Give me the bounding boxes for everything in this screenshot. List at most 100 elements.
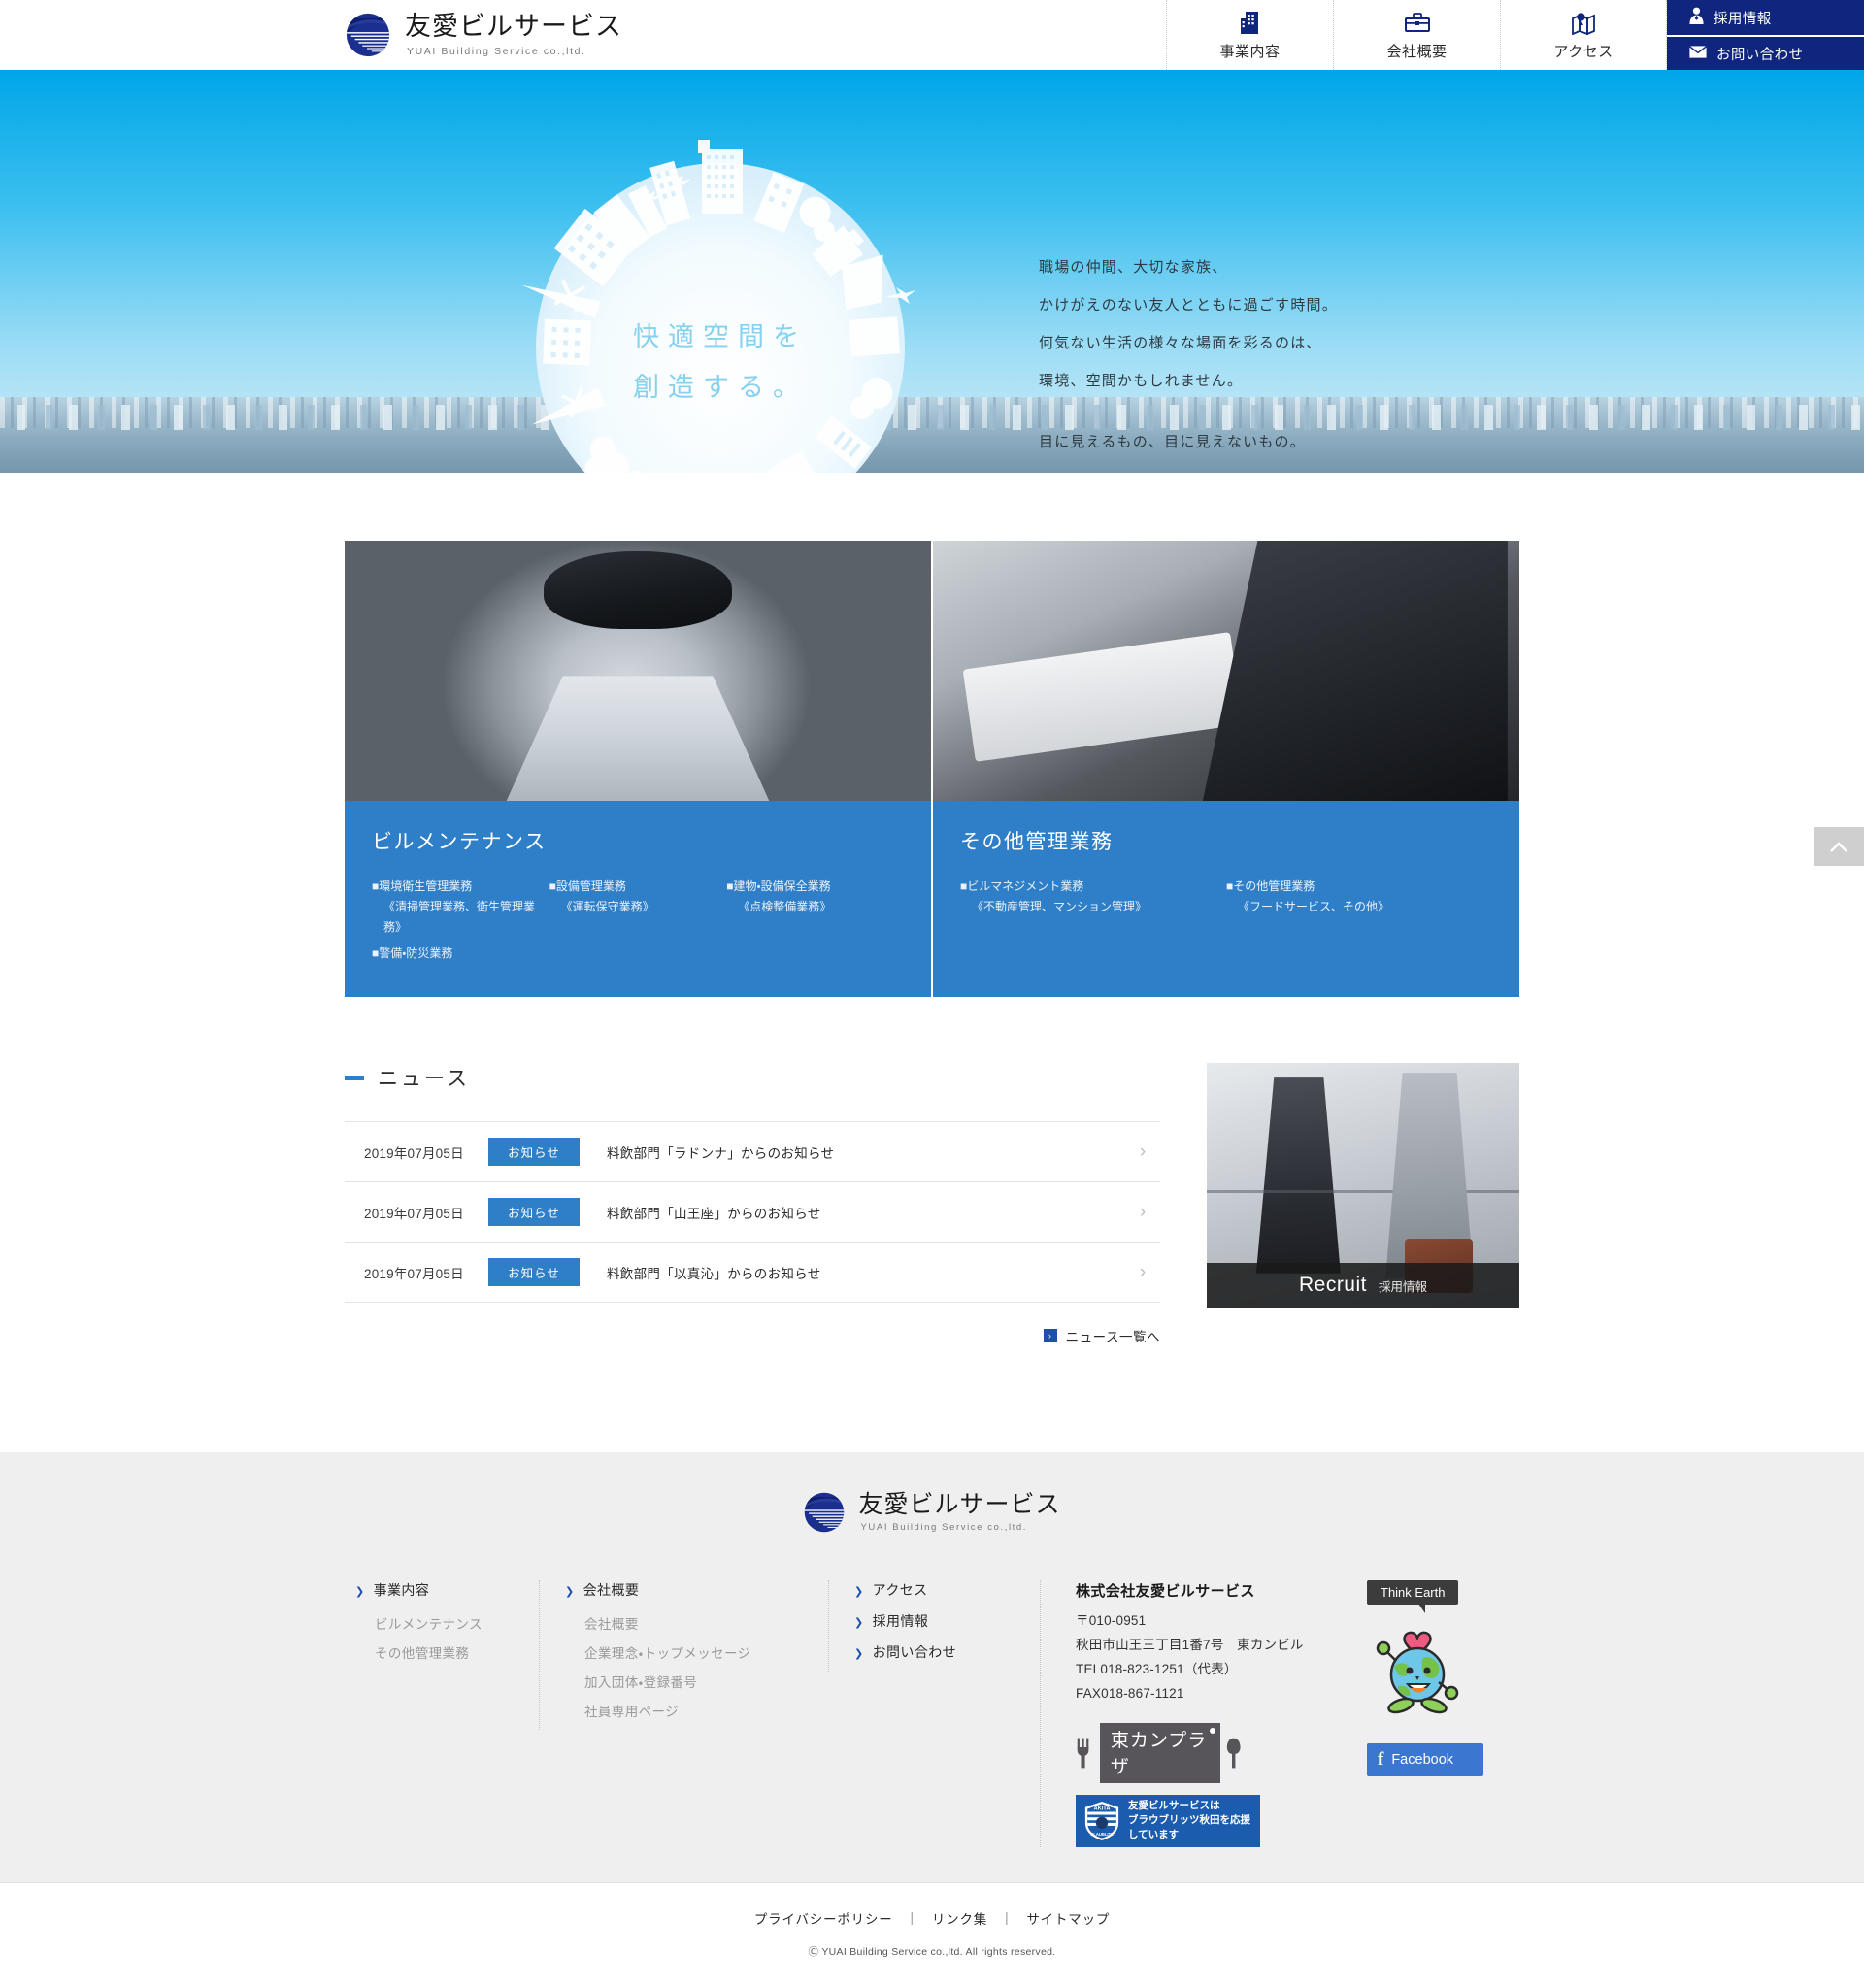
chevron-right-icon: ❯ — [565, 1586, 575, 1598]
service-item: ■環境衛生管理業務 《清掃管理業務、衛生管理業務》 — [372, 877, 549, 938]
news-tag: お知らせ — [488, 1258, 580, 1286]
main-content: ニュース 2019年07月05日 お知らせ 料飲部門「ラドンナ」からのお知らせ … — [345, 1063, 1519, 1452]
service-item-sub: 《不動産管理、マンション管理》 — [972, 900, 1148, 913]
hero-copy-block: 職場の仲間、大切な家族、 かけがえのない友人とともに過ごす時間。 何気ない生活の… — [1039, 260, 1383, 473]
nav-item-company[interactable]: 会社概要 — [1333, 0, 1500, 70]
blaubitz-crest-icon: AKITA BLAUBLITZ — [1084, 1801, 1119, 1840]
hero-copy-line-4: 環境、空間かもしれません。 — [1039, 373, 1244, 389]
footer-head-company[interactable]: ❯ 会社概要 — [565, 1580, 803, 1600]
service-item: ■設備管理業務 《運転保守業務》 — [549, 877, 727, 938]
service-item-name: ■建物・設備保全業務 — [726, 879, 831, 893]
chevron-right-icon: ❯ — [854, 1648, 864, 1660]
site-logo[interactable]: 友愛ビルサービス YUAI Building Service co.,ltd. — [0, 0, 622, 70]
business-meeting-photo — [933, 541, 1519, 801]
company-address: 秋田市山王三丁目1番7号 東カンビル — [1076, 1637, 1304, 1652]
facebook-button[interactable]: f Facebook — [1367, 1743, 1483, 1776]
service-item: ■建物・設備保全業務 《点検整備業務》 — [726, 877, 904, 938]
primary-nav: 事業内容 会社概要 アクセス — [1166, 0, 1667, 70]
think-earth-mascot-icon — [1376, 1631, 1459, 1714]
nav-item-recruit-label: 採用情報 — [1714, 11, 1772, 27]
footer-link-other-management[interactable]: その他管理業務 — [375, 1642, 514, 1662]
recruit-banner[interactable]: Recruit 採用情報 — [1207, 1063, 1519, 1308]
bottom-separator: | — [910, 1910, 915, 1926]
fork-icon — [1077, 1738, 1089, 1769]
service-item-name: ■設備管理業務 — [549, 879, 626, 893]
nav-item-business-label: 事業内容 — [1219, 43, 1281, 60]
nav-item-contact[interactable]: お問い合わせ — [1667, 35, 1864, 70]
service-card-other-management[interactable]: その他管理業務 ■ビルマネジメント業務 《不動産管理、マンション管理》 ■その他… — [933, 541, 1519, 997]
service-item-sub: 《点検整備業務》 — [738, 900, 832, 913]
bottom-link-sitemap[interactable]: サイトマップ — [1026, 1908, 1110, 1928]
news-item[interactable]: 2019年07月05日 お知らせ 料飲部門「以真沁」からのお知らせ › — [345, 1242, 1160, 1303]
company-address-block: 〒010-0951 秋田市山王三丁目1番7号 東カンビル TEL018-823-… — [1076, 1609, 1320, 1706]
news-date: 2019年07月05日 — [364, 1206, 464, 1221]
hero-banner: 快適空間を 創造する。 職場の仲間、大切な家族、 かけがえのない友人とともに過ご… — [0, 70, 1864, 473]
service-card-building-maintenance[interactable]: ビルメンテナンス ■環境衛生管理業務 《清掃管理業務、衛生管理業務》 ■設備管理… — [345, 541, 931, 997]
footer-head-company-label: 会社概要 — [582, 1582, 640, 1598]
blaubitz-akita-banner[interactable]: AKITA BLAUBLITZ 友愛ビルサービスは ブラウブリッツ秋田を応援して… — [1076, 1794, 1260, 1847]
service-card-title: その他管理業務 — [960, 831, 1114, 853]
news-list: 2019年07月05日 お知らせ 料飲部門「ラドンナ」からのお知らせ › 201… — [345, 1121, 1160, 1303]
footer-head-access-label: アクセス — [872, 1582, 928, 1598]
news-date: 2019年07月05日 — [364, 1266, 464, 1281]
tokan-plaza-banner[interactable]: 東カンプラザ — [1076, 1723, 1245, 1784]
hero-globe-illustration: 快適空間を 創造する。 — [521, 140, 915, 473]
news-section: ニュース 2019年07月05日 お知らせ 料飲部門「ラドンナ」からのお知らせ … — [345, 1063, 1160, 1345]
footer-column-social: Think Earth f Facebook — [1346, 1580, 1520, 1776]
service-item-list: ■ビルマネジメント業務 《不動産管理、マンション管理》 ■その他管理業務 《フー… — [960, 877, 1492, 917]
blaubitz-line1: 友愛ビルサービスは — [1128, 1800, 1220, 1812]
service-item-name: ■ビルマネジメント業務 — [960, 879, 1084, 893]
service-item-name: ■環境衛生管理業務 — [372, 879, 473, 893]
news-text: 料飲部門「山王座」からのお知らせ — [607, 1206, 821, 1221]
section-accent-bar — [345, 1075, 364, 1080]
person-icon — [1688, 7, 1705, 28]
footer-link-company-profile[interactable]: 会社概要 — [584, 1613, 803, 1633]
news-more-link[interactable]: › ニュース一覧へ — [345, 1326, 1160, 1345]
blaubitz-line2: ブラウブリッツ秋田を応援しています — [1128, 1814, 1250, 1841]
chevron-right-icon: › — [1043, 1329, 1057, 1342]
facebook-label: Facebook — [1391, 1752, 1454, 1768]
hero-globe-line2: 創造する。 — [633, 373, 808, 402]
nav-item-business[interactable]: 事業内容 — [1166, 0, 1333, 70]
mail-icon — [1688, 44, 1708, 63]
footer-column-company-info: 株式会社友愛ビルサービス 〒010-0951 秋田市山王三丁目1番7号 東カンビ… — [1040, 1580, 1346, 1847]
bottom-link-privacy[interactable]: プライバシーポリシー — [754, 1908, 893, 1928]
footer-link-memberships[interactable]: 加入団体・登録番号 — [584, 1672, 803, 1691]
service-item-name: ■その他管理業務 — [1226, 879, 1315, 893]
bottom-separator: | — [1005, 1910, 1010, 1926]
tokan-plaza-label: 東カンプラザ — [1099, 1723, 1221, 1784]
knife-icon — [1227, 1738, 1241, 1769]
site-header: 友愛ビルサービス YUAI Building Service co.,ltd. … — [0, 0, 1864, 70]
brand-name: 友愛ビルサービス — [405, 12, 622, 42]
news-date: 2019年07月05日 — [364, 1145, 464, 1161]
footer-head-access[interactable]: ❯ アクセス — [854, 1580, 1015, 1600]
footer-head-business-label: 事業内容 — [373, 1582, 430, 1598]
news-item[interactable]: 2019年07月05日 お知らせ 料飲部門「ラドンナ」からのお知らせ › — [345, 1122, 1160, 1182]
service-item: ■ビルマネジメント業務 《不動産管理、マンション管理》 — [960, 877, 1226, 917]
footer-column-links: ❯ アクセス ❯ 採用情報 ❯ お問い合わせ — [828, 1580, 1040, 1673]
footer-link-employee-page[interactable]: 社員専用ページ — [584, 1701, 803, 1720]
footer-brand-name: 友愛ビルサービス — [858, 1490, 1061, 1518]
copyright-text: Ⓒ YUAI Building Service co.,ltd. All rig… — [808, 1945, 1056, 1958]
news-text: 料飲部門「以真沁」からのお知らせ — [607, 1266, 821, 1281]
bottom-bar: プライバシーポリシー | リンク集 | サイトマップ Ⓒ YUAI Buildi… — [0, 1881, 1864, 1988]
footer-logo[interactable]: 友愛ビルサービス YUAI Building Service co.,ltd. — [0, 1491, 1864, 1534]
utility-nav: 採用情報 お問い合わせ — [1667, 0, 1864, 70]
footer-head-contact[interactable]: ❯ お問い合わせ — [854, 1642, 1015, 1662]
nav-item-access[interactable]: アクセス — [1500, 0, 1667, 70]
footer-link-building-maintenance[interactable]: ビルメンテナンス — [375, 1613, 514, 1633]
news-text: 料飲部門「ラドンナ」からのお知らせ — [607, 1145, 835, 1161]
facebook-icon: f — [1378, 1749, 1384, 1770]
footer-link-philosophy[interactable]: 企業理念・トップメッセージ — [584, 1642, 803, 1662]
service-item-sub: 《フードサービス、その他》 — [1238, 900, 1390, 913]
news-item[interactable]: 2019年07月05日 お知らせ 料飲部門「山王座」からのお知らせ › — [345, 1182, 1160, 1242]
footer-head-business[interactable]: ❯ 事業内容 — [355, 1580, 514, 1600]
nav-item-recruit[interactable]: 採用情報 — [1667, 0, 1864, 35]
hero-cityscape-photo — [0, 397, 1864, 473]
bottom-link-links[interactable]: リンク集 — [932, 1908, 987, 1928]
service-item: ■その他管理業務 《フードサービス、その他》 — [1226, 877, 1492, 917]
service-item-sub: 《清掃管理業務、衛生管理業務》 — [383, 900, 536, 934]
scroll-to-top-button[interactable] — [1814, 827, 1864, 866]
company-postal: 〒010-0951 — [1076, 1613, 1147, 1628]
footer-head-recruit[interactable]: ❯ 採用情報 — [854, 1611, 1015, 1631]
